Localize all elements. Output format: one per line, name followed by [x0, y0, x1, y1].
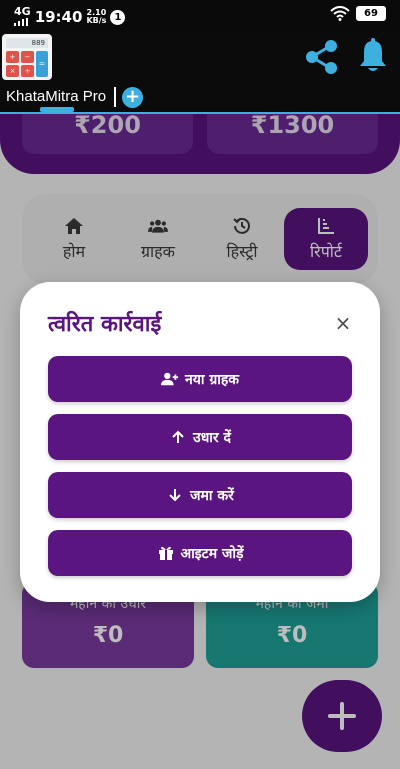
- tab-khatamitra[interactable]: KhataMitra Pro: [6, 88, 106, 105]
- logo-display: 889: [6, 38, 48, 48]
- gift-icon: [158, 546, 173, 560]
- give-credit-label: उधार दें: [193, 429, 231, 446]
- close-icon: ×: [334, 311, 352, 335]
- give-credit-button[interactable]: उधार दें: [48, 414, 352, 460]
- tab-indicator: [40, 107, 74, 112]
- share-icon[interactable]: [302, 38, 340, 76]
- speed-unit: KB/s: [86, 16, 107, 25]
- deposit-label: जमा करें: [190, 487, 234, 504]
- new-customer-label: नया ग्राहक: [184, 371, 240, 388]
- user-plus-icon: [160, 372, 179, 386]
- signal-icon: [14, 18, 28, 26]
- arrow-up-icon: [172, 430, 184, 443]
- add-item-button[interactable]: आइटम जोड़ें: [48, 530, 352, 576]
- status-bar: 4G 19:40 2.10 KB/s 1 69: [0, 0, 400, 32]
- logo-keys: + − × ÷: [6, 51, 34, 77]
- tab-divider: [114, 87, 116, 107]
- app-logo: 889 + − × ÷ =: [2, 34, 52, 80]
- logo-key-minus: −: [21, 51, 34, 63]
- quick-actions-dialog: त्वरित कार्रवाई × नया ग्राहक उधार दें जम…: [20, 282, 380, 602]
- notification-badge: 1: [110, 9, 126, 25]
- network-speed: 2.10 KB/s: [86, 9, 106, 25]
- logo-key-equals: =: [36, 51, 48, 77]
- arrow-down-icon: [169, 489, 181, 502]
- new-customer-button[interactable]: नया ग्राहक: [48, 356, 352, 402]
- bell-icon[interactable]: [356, 38, 390, 74]
- logo-key-divide: ÷: [21, 65, 34, 77]
- deposit-button[interactable]: जमा करें: [48, 472, 352, 518]
- add-tab-button[interactable]: +: [122, 87, 143, 108]
- close-button[interactable]: ×: [332, 312, 354, 334]
- wifi-icon: [330, 6, 350, 21]
- app-header: 889 + − × ÷ =: [0, 32, 400, 82]
- logo-key-times: ×: [6, 65, 19, 77]
- logo-key-plus: +: [6, 51, 19, 63]
- dialog-title: त्वरित कार्रवाई: [48, 312, 162, 337]
- network-type: 4G: [14, 5, 31, 18]
- network-indicator: 4G: [14, 6, 31, 28]
- battery-indicator: 69: [356, 6, 386, 21]
- add-item-label: आइटम जोड़ें: [180, 545, 244, 562]
- status-time: 19:40: [34, 8, 83, 26]
